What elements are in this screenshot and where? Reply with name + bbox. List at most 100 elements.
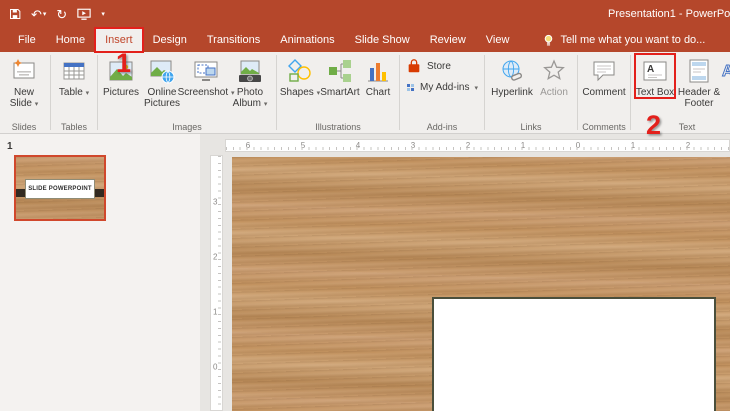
tab-design[interactable]: Design [143, 28, 197, 52]
pictures-icon [108, 56, 134, 86]
ribbon-group-comments: Comment Comments [580, 52, 628, 133]
ruler-mark: 1 [213, 308, 217, 317]
chevron-down-icon: ▾ [86, 90, 90, 97]
slide-text-placeholder[interactable] [432, 297, 716, 411]
tab-insert-label: Insert [105, 34, 133, 46]
group-separator [577, 55, 578, 130]
header-footer-label: Header & Footer [675, 87, 723, 109]
my-add-ins-button[interactable]: My Add-ins ▾ [406, 80, 478, 95]
ribbon-group-images: Pictures Online Pictures [100, 52, 274, 133]
ribbon-group-addins: Store My Add-ins ▾ Add-ins [402, 52, 482, 133]
ribbon-group-slides: New Slide ▾ Slides [0, 52, 48, 133]
tab-view[interactable]: View [476, 28, 520, 52]
wordart-button[interactable]: A [723, 54, 730, 86]
ruler-mark: 3 [411, 141, 415, 150]
save-button[interactable] [4, 0, 26, 28]
pictures-button[interactable]: Pictures [102, 54, 140, 98]
store-bag-icon [406, 58, 422, 74]
new-slide-label: New Slide [10, 87, 34, 109]
my-add-ins-icon [406, 80, 415, 95]
chevron-down-icon: ▾ [474, 84, 478, 92]
table-button[interactable]: Table ▾ [55, 54, 93, 99]
svg-text:A: A [722, 63, 730, 80]
chart-button[interactable]: Chart [361, 54, 395, 98]
slide-1-thumbnail[interactable]: SLIDE POWERPOINT [14, 155, 106, 221]
online-pictures-icon [149, 56, 175, 86]
tab-home[interactable]: Home [46, 28, 95, 52]
store-button[interactable]: Store [406, 58, 478, 74]
workspace: 1 SLIDE POWERPOINT 6 5 4 3 2 1 0 [0, 134, 730, 411]
tab-file[interactable]: File [8, 28, 46, 52]
text-box-button[interactable]: A Text Box [635, 54, 675, 98]
redo-button[interactable]: ↻ [51, 0, 72, 28]
header-footer-button[interactable]: Header & Footer [675, 54, 723, 109]
group-label-addins: Add-ins [402, 122, 482, 132]
hyperlink-button[interactable]: Hyperlink [489, 54, 535, 98]
tab-review[interactable]: Review [420, 28, 476, 52]
vertical-ruler[interactable]: 3 2 1 0 [210, 155, 223, 411]
pictures-label: Pictures [103, 87, 139, 98]
photo-album-label: Photo Album [233, 87, 263, 109]
svg-text:A: A [647, 64, 654, 75]
group-label-comments: Comments [580, 122, 628, 132]
group-separator [399, 55, 400, 130]
smartart-icon [327, 56, 353, 86]
wordart-icon: A [718, 56, 730, 86]
group-separator [630, 55, 631, 130]
slide-canvas[interactable] [232, 157, 730, 411]
undo-button[interactable]: ↶ ▾ [26, 0, 51, 28]
quick-access-toolbar: ↶ ▾ ↻ ▾ [0, 0, 110, 28]
header-footer-icon [686, 56, 712, 86]
chevron-down-icon: ▾ [101, 10, 105, 18]
table-label: Table [59, 87, 83, 98]
photo-album-icon [237, 56, 263, 86]
group-separator [50, 55, 51, 130]
ribbon-group-tables: Table ▾ Tables [53, 52, 95, 133]
undo-icon: ↶ [31, 8, 42, 21]
ribbon-group-illustrations: Shapes ▾ SmartArt [279, 52, 397, 133]
ruler-mark: 6 [246, 141, 250, 150]
chevron-down-icon: ▾ [43, 10, 47, 18]
group-separator [484, 55, 485, 130]
shapes-button[interactable]: Shapes ▾ [281, 54, 319, 99]
hyperlink-label: Hyperlink [491, 87, 533, 98]
photo-album-button[interactable]: Photo Album ▾ [228, 54, 272, 110]
slideshow-monitor-icon [77, 8, 91, 21]
ribbon-group-links: Hyperlink Action Links [487, 52, 575, 133]
group-label-illustrations: Illustrations [279, 122, 397, 132]
comment-bubble-icon [591, 56, 617, 86]
action-star-icon [541, 56, 567, 86]
ruler-mark: 4 [356, 141, 360, 150]
thumbnail-title-text: SLIDE POWERPOINT [28, 186, 92, 192]
editing-area: 6 5 4 3 2 1 0 1 2 3 2 1 0 [200, 134, 730, 411]
comment-button[interactable]: Comment [582, 54, 626, 98]
window-title: Presentation1 - PowerPoint [608, 0, 730, 28]
new-slide-button[interactable]: New Slide ▾ [2, 54, 46, 110]
slide-number: 1 [7, 141, 13, 152]
hyperlink-globe-icon [499, 56, 525, 86]
screenshot-label: Screenshot [178, 87, 229, 98]
group-label-links: Links [487, 122, 575, 132]
horizontal-ruler[interactable]: 6 5 4 3 2 1 0 1 2 [225, 139, 730, 152]
screenshot-button[interactable]: Screenshot ▾ [184, 54, 228, 99]
group-label-tables: Tables [53, 122, 95, 132]
lightbulb-icon [543, 34, 554, 47]
action-button[interactable]: Action [535, 54, 573, 98]
tab-animations[interactable]: Animations [270, 28, 344, 52]
save-icon [9, 8, 21, 20]
ribbon-group-text: A Text Box [633, 52, 730, 133]
tab-insert[interactable]: Insert [95, 28, 143, 52]
ruler-mark: 1 [631, 141, 635, 150]
online-pictures-button[interactable]: Online Pictures [140, 54, 184, 109]
group-label-text: Text [633, 122, 730, 132]
chart-icon [365, 56, 391, 86]
start-slideshow-button[interactable] [72, 0, 96, 28]
tell-me-box[interactable]: Tell me what you want to do... [543, 28, 705, 52]
chart-label: Chart [366, 87, 390, 98]
thumbnail-slide-preview: SLIDE POWERPOINT [16, 157, 104, 219]
tab-slide-show[interactable]: Slide Show [345, 28, 420, 52]
smartart-button[interactable]: SmartArt [319, 54, 361, 98]
ruler-mark: 3 [213, 198, 217, 207]
customize-qat-button[interactable]: ▾ [96, 0, 110, 28]
tab-transitions[interactable]: Transitions [197, 28, 270, 52]
